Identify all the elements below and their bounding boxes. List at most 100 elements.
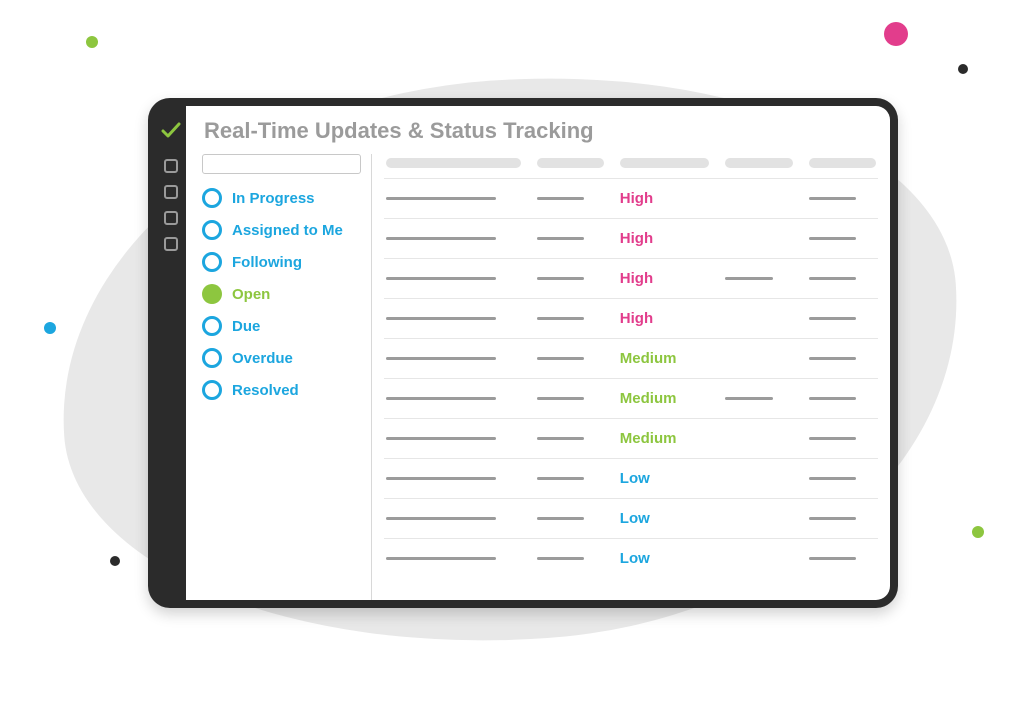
- priority-cell: Medium: [620, 390, 710, 407]
- priority-label: High: [620, 270, 653, 287]
- results-table: High High High High Medium Medium Medium Low Low…: [372, 154, 890, 600]
- nav-item-box[interactable]: [164, 185, 178, 199]
- priority-label: High: [620, 230, 653, 247]
- cell-placeholder: [809, 557, 876, 560]
- cell-placeholder: [537, 397, 604, 400]
- filter-label: Due: [232, 318, 260, 335]
- cell-placeholder: [386, 277, 521, 280]
- cell-placeholder: [386, 477, 521, 480]
- radio-icon: [202, 252, 222, 272]
- cell-placeholder: [809, 237, 876, 240]
- table-row[interactable]: High: [384, 178, 878, 218]
- cell-placeholder: [537, 357, 604, 360]
- cell-placeholder: [537, 237, 604, 240]
- priority-cell: Medium: [620, 350, 710, 367]
- table-row[interactable]: Medium: [384, 378, 878, 418]
- filter-label: Resolved: [232, 382, 299, 399]
- nav-item-box[interactable]: [164, 159, 178, 173]
- radio-icon: [202, 284, 222, 304]
- cell-placeholder: [809, 277, 876, 280]
- tablet-frame: Real-Time Updates & Status Tracking In P…: [148, 98, 898, 608]
- nav-item-box[interactable]: [164, 211, 178, 225]
- decorative-dot: [86, 36, 98, 48]
- cell-placeholder: [537, 477, 604, 480]
- table-row[interactable]: Low: [384, 538, 878, 578]
- cell-placeholder: [725, 237, 792, 240]
- cell-placeholder: [809, 357, 876, 360]
- cell-placeholder: [809, 477, 876, 480]
- priority-label: Low: [620, 510, 650, 527]
- filter-item-overdue[interactable]: Overdue: [202, 348, 361, 368]
- cell-placeholder: [725, 197, 792, 200]
- cell-placeholder: [537, 317, 604, 320]
- table-row[interactable]: Medium: [384, 338, 878, 378]
- priority-label: Low: [620, 470, 650, 487]
- column-header-placeholder: [809, 158, 876, 168]
- filter-item-due[interactable]: Due: [202, 316, 361, 336]
- cell-placeholder: [725, 557, 792, 560]
- table-row[interactable]: High: [384, 298, 878, 338]
- table-row[interactable]: Low: [384, 458, 878, 498]
- check-icon: [159, 118, 183, 147]
- decorative-dot: [44, 322, 56, 334]
- table-header: [384, 154, 878, 178]
- priority-label: Low: [620, 550, 650, 567]
- cell-placeholder: [386, 557, 521, 560]
- cell-placeholder: [386, 437, 521, 440]
- cell-placeholder: [725, 277, 792, 280]
- priority-cell: High: [620, 230, 710, 247]
- priority-label: Medium: [620, 350, 677, 367]
- radio-icon: [202, 188, 222, 208]
- cell-placeholder: [386, 357, 521, 360]
- table-row[interactable]: Low: [384, 498, 878, 538]
- filter-item-following[interactable]: Following: [202, 252, 361, 272]
- priority-label: Medium: [620, 390, 677, 407]
- cell-placeholder: [809, 397, 876, 400]
- content-area: In Progress Assigned to Me Following Open Du…: [186, 154, 890, 600]
- filter-item-open[interactable]: Open: [202, 284, 361, 304]
- priority-cell: Low: [620, 550, 710, 567]
- priority-cell: Low: [620, 470, 710, 487]
- cell-placeholder: [386, 237, 521, 240]
- column-header-placeholder: [537, 158, 604, 168]
- table-row[interactable]: High: [384, 258, 878, 298]
- column-header-placeholder: [386, 158, 521, 168]
- page-title: Real-Time Updates & Status Tracking: [186, 106, 890, 154]
- decorative-dot: [110, 556, 120, 566]
- decorative-dot: [884, 22, 908, 46]
- cell-placeholder: [725, 517, 792, 520]
- filter-item-resolved[interactable]: Resolved: [202, 380, 361, 400]
- radio-icon: [202, 380, 222, 400]
- table-row[interactable]: Medium: [384, 418, 878, 458]
- cell-placeholder: [725, 437, 792, 440]
- priority-label: High: [620, 190, 653, 207]
- cell-placeholder: [725, 477, 792, 480]
- cell-placeholder: [537, 557, 604, 560]
- device-side-nav: [156, 106, 186, 600]
- cell-placeholder: [537, 197, 604, 200]
- filter-sidebar: In Progress Assigned to Me Following Open Du…: [186, 154, 372, 600]
- filter-label: Open: [232, 286, 270, 303]
- radio-icon: [202, 316, 222, 336]
- cell-placeholder: [809, 437, 876, 440]
- filter-label: Assigned to Me: [232, 222, 343, 239]
- column-header-placeholder: [620, 158, 710, 168]
- radio-icon: [202, 348, 222, 368]
- filter-item-in-progress[interactable]: In Progress: [202, 188, 361, 208]
- cell-placeholder: [386, 197, 521, 200]
- cell-placeholder: [386, 397, 521, 400]
- cell-placeholder: [537, 437, 604, 440]
- search-input[interactable]: [202, 154, 361, 174]
- table-row[interactable]: High: [384, 218, 878, 258]
- priority-label: High: [620, 310, 653, 327]
- priority-cell: Low: [620, 510, 710, 527]
- cell-placeholder: [537, 277, 604, 280]
- priority-cell: High: [620, 190, 710, 207]
- priority-cell: High: [620, 270, 710, 287]
- filter-label: In Progress: [232, 190, 315, 207]
- priority-label: Medium: [620, 430, 677, 447]
- filter-item-assigned-to-me[interactable]: Assigned to Me: [202, 220, 361, 240]
- nav-item-box[interactable]: [164, 237, 178, 251]
- decorative-dot: [972, 526, 984, 538]
- cell-placeholder: [725, 397, 792, 400]
